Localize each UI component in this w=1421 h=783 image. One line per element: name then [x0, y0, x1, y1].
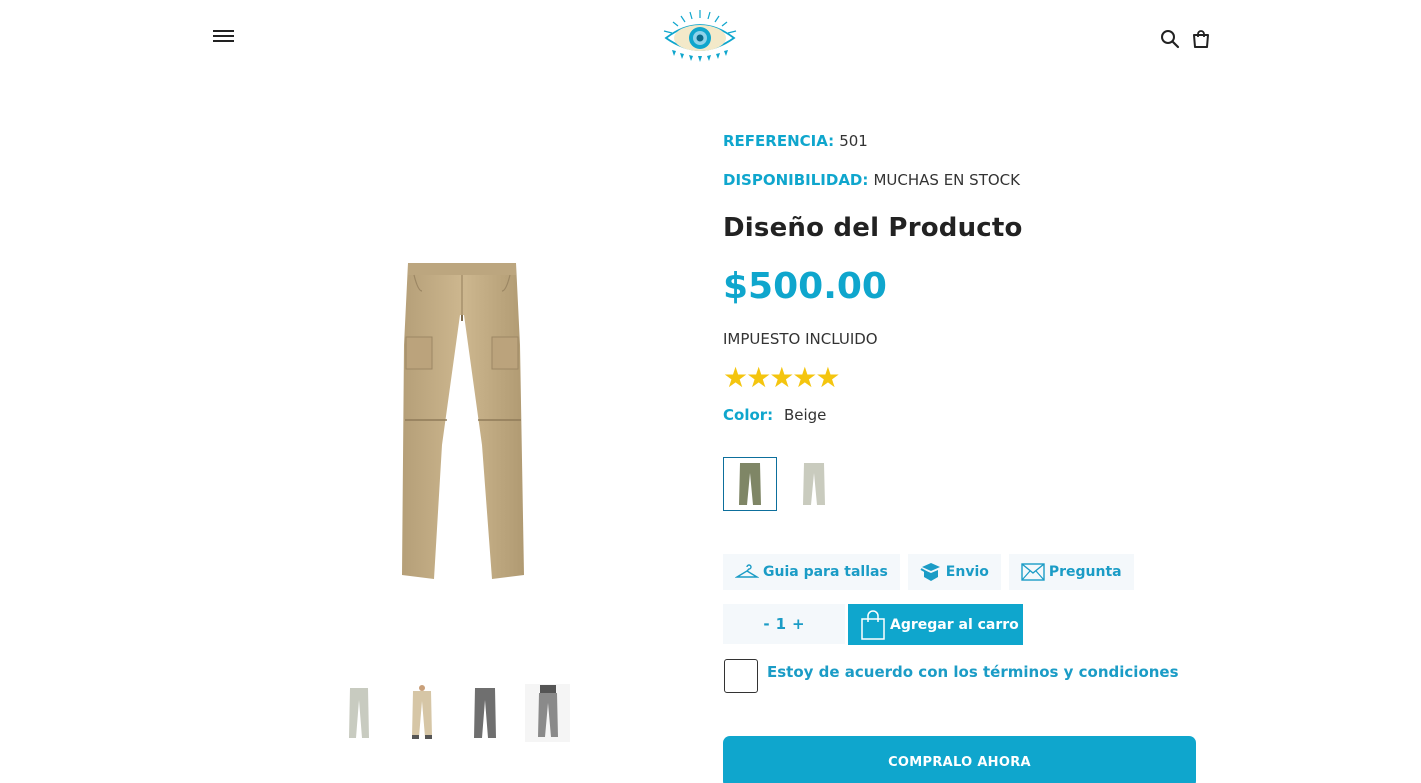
quantity-increase-button[interactable]: + [792, 615, 805, 633]
availability-label: DISPONIBILIDAD: [723, 171, 869, 189]
gallery-thumb-4[interactable] [525, 684, 570, 742]
product-price: $500.00 [723, 266, 887, 307]
main-product-image[interactable] [392, 255, 532, 587]
reference-row: REFERENCIA: 501 [723, 131, 868, 150]
product-actions: Guia para tallas Envio Pregunta [723, 554, 1134, 590]
size-guide-label: Guia para tallas [763, 564, 888, 580]
buy-now-button[interactable]: COMPRALO AHORA [723, 736, 1196, 783]
availability-value: MUCHAS EN STOCK [873, 171, 1020, 189]
availability-row: DISPONIBILIDAD: MUCHAS EN STOCK [723, 170, 1020, 189]
swatch-olive[interactable] [723, 457, 777, 511]
color-row: Color: Beige [723, 406, 826, 424]
product-info: REFERENCIA: 501 DISPONIBILIDAD: MUCHAS E… [723, 0, 1203, 783]
hanger-icon [735, 564, 759, 578]
color-value: Beige [783, 406, 827, 424]
terms-checkbox[interactable] [724, 659, 758, 693]
shipping-button[interactable]: Envio [907, 554, 1001, 590]
envelope-icon [1021, 563, 1045, 581]
color-label: Color: [723, 406, 774, 424]
gallery-thumb-1[interactable] [336, 684, 381, 742]
question-button[interactable]: Pregunta [1008, 554, 1134, 590]
gallery-thumbnails [336, 684, 570, 742]
quantity-value[interactable]: 1 [776, 615, 786, 633]
color-swatches [723, 457, 841, 511]
shopping-bag-icon [861, 609, 885, 640]
quantity-decrease-button[interactable]: - [763, 615, 769, 633]
swatch-light-gray[interactable] [787, 457, 841, 511]
shipping-label: Envio [945, 564, 989, 580]
reference-label: REFERENCIA: [723, 132, 835, 150]
gallery-thumb-2[interactable] [399, 684, 444, 742]
hamburger-menu-icon[interactable] [213, 30, 234, 46]
size-guide-button[interactable]: Guia para tallas [723, 554, 900, 590]
add-to-cart-label: Agregar al carro [890, 616, 1019, 633]
question-label: Pregunta [1048, 564, 1122, 580]
quantity-stepper: - 1 + [723, 604, 845, 644]
product-title: Diseño del Producto [723, 213, 1023, 243]
terms-label[interactable]: Estoy de acuerdo con los términos y cond… [767, 663, 1179, 681]
add-to-cart-button[interactable]: Agregar al carro [848, 604, 1023, 645]
tax-note: IMPUESTO INCLUIDO [723, 330, 878, 348]
gallery-thumb-3[interactable] [462, 684, 507, 742]
rating-stars: ★★★★★ [723, 361, 841, 394]
shipping-box-icon [920, 563, 940, 581]
terms-agreement: Estoy de acuerdo con los términos y cond… [724, 659, 1179, 693]
reference-value: 501 [839, 132, 868, 150]
